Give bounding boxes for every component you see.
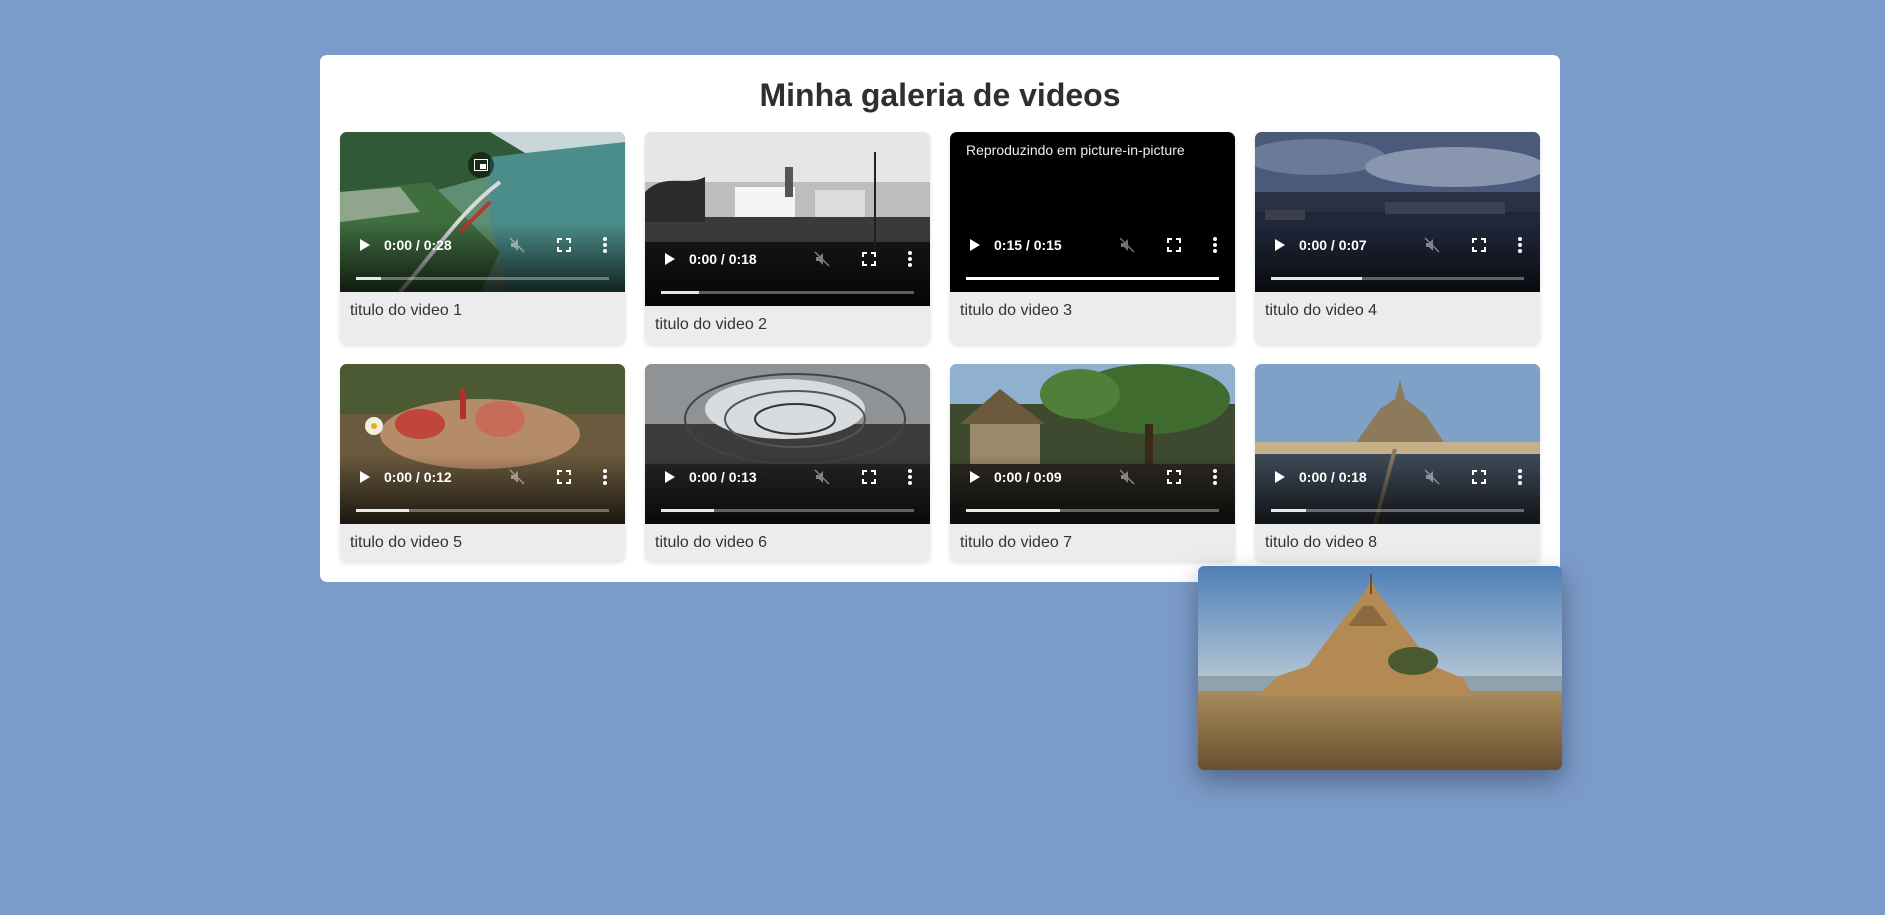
video-title: titulo do video 4 xyxy=(1265,302,1378,319)
video-grid: 0:00 / 0:28 titulo do video 1 0:00 / 0:1… xyxy=(340,132,1540,561)
muted-speaker-icon[interactable] xyxy=(1119,469,1135,485)
video-title: titulo do video 8 xyxy=(1265,534,1378,551)
play-icon[interactable] xyxy=(665,471,675,483)
pip-status-text: Reproduzindo em picture-in-picture xyxy=(966,142,1185,158)
pip-video-frame xyxy=(1198,566,1562,770)
time-display: 0:00 / 0:09 xyxy=(994,469,1062,485)
video-controls: 0:00 / 0:07 xyxy=(1255,222,1540,292)
page-title: Minha galeria de videos xyxy=(759,77,1121,113)
picture-in-picture-icon xyxy=(474,159,488,171)
more-options-icon[interactable] xyxy=(1518,469,1522,485)
time-display: 0:00 / 0:12 xyxy=(384,469,452,485)
picture-in-picture-button[interactable] xyxy=(468,152,494,178)
time-display: 0:00 / 0:13 xyxy=(689,469,757,485)
progress-bar[interactable] xyxy=(966,509,1219,512)
video-title: titulo do video 1 xyxy=(350,302,463,319)
more-options-icon[interactable] xyxy=(1213,469,1217,485)
video-player[interactable]: Reproduzindo em picture-in-picture 0:15 … xyxy=(950,132,1235,292)
time-display: 0:00 / 0:18 xyxy=(1299,469,1367,485)
video-player[interactable]: 0:00 / 0:12 xyxy=(340,364,625,524)
video-controls: 0:00 / 0:28 xyxy=(340,222,625,292)
video-controls: 0:00 / 0:18 xyxy=(1255,454,1540,524)
play-icon[interactable] xyxy=(1275,471,1285,483)
fullscreen-icon[interactable] xyxy=(862,470,876,484)
video-card: 0:00 / 0:28 titulo do video 1 xyxy=(340,132,625,344)
fullscreen-icon[interactable] xyxy=(557,238,571,252)
video-card: 0:00 / 0:09 titulo do video 7 xyxy=(950,364,1235,561)
play-icon[interactable] xyxy=(1275,239,1285,251)
more-options-icon[interactable] xyxy=(1213,237,1217,253)
muted-speaker-icon[interactable] xyxy=(509,237,525,253)
video-card: Reproduzindo em picture-in-picture 0:15 … xyxy=(950,132,1235,344)
muted-speaker-icon[interactable] xyxy=(1424,237,1440,253)
video-title: titulo do video 6 xyxy=(655,534,768,551)
video-title: titulo do video 3 xyxy=(960,302,1073,319)
video-card: 0:00 / 0:18 titulo do video 8 xyxy=(1255,364,1540,561)
progress-bar[interactable] xyxy=(661,509,914,512)
more-options-icon[interactable] xyxy=(908,469,912,485)
picture-in-picture-window[interactable] xyxy=(1198,566,1562,770)
video-controls: 0:00 / 0:18 xyxy=(645,236,930,306)
progress-bar[interactable] xyxy=(1271,509,1524,512)
more-options-icon[interactable] xyxy=(1518,237,1522,253)
fullscreen-icon[interactable] xyxy=(1167,238,1181,252)
muted-speaker-icon[interactable] xyxy=(814,251,830,267)
fullscreen-icon[interactable] xyxy=(862,252,876,266)
video-controls: 0:00 / 0:13 xyxy=(645,454,930,524)
more-options-icon[interactable] xyxy=(908,251,912,267)
video-title: titulo do video 5 xyxy=(350,534,463,551)
progress-bar[interactable] xyxy=(356,509,609,512)
fullscreen-icon[interactable] xyxy=(557,470,571,484)
video-title: titulo do video 7 xyxy=(960,534,1073,551)
fullscreen-icon[interactable] xyxy=(1472,470,1486,484)
video-player[interactable]: 0:00 / 0:28 xyxy=(340,132,625,292)
time-display: 0:00 / 0:28 xyxy=(384,237,452,253)
video-card: 0:00 / 0:07 titulo do video 4 xyxy=(1255,132,1540,344)
fullscreen-icon[interactable] xyxy=(1472,238,1486,252)
video-controls: 0:00 / 0:12 xyxy=(340,454,625,524)
fullscreen-icon[interactable] xyxy=(1167,470,1181,484)
video-controls: 0:00 / 0:09 xyxy=(950,454,1235,524)
muted-speaker-icon[interactable] xyxy=(1119,237,1135,253)
video-gallery: Minha galeria de videos 0:00 / 0:28 titu… xyxy=(320,55,1560,582)
progress-bar[interactable] xyxy=(1271,277,1524,280)
more-options-icon[interactable] xyxy=(603,237,607,253)
video-card: 0:00 / 0:18 titulo do video 2 xyxy=(645,132,930,344)
progress-bar[interactable] xyxy=(661,291,914,294)
video-player[interactable]: 0:00 / 0:18 xyxy=(1255,364,1540,524)
video-player[interactable]: 0:00 / 0:13 xyxy=(645,364,930,524)
video-player[interactable]: 0:00 / 0:07 xyxy=(1255,132,1540,292)
time-display: 0:15 / 0:15 xyxy=(994,237,1062,253)
play-icon[interactable] xyxy=(970,471,980,483)
video-card: 0:00 / 0:13 titulo do video 6 xyxy=(645,364,930,561)
video-player[interactable]: 0:00 / 0:09 xyxy=(950,364,1235,524)
muted-speaker-icon[interactable] xyxy=(509,469,525,485)
video-controls: 0:15 / 0:15 xyxy=(950,222,1235,292)
progress-bar[interactable] xyxy=(966,277,1219,280)
video-player[interactable]: 0:00 / 0:18 xyxy=(645,132,930,306)
more-options-icon[interactable] xyxy=(603,469,607,485)
play-icon[interactable] xyxy=(665,253,675,265)
time-display: 0:00 / 0:18 xyxy=(689,251,757,267)
video-title: titulo do video 2 xyxy=(655,316,768,333)
video-card: 0:00 / 0:12 titulo do video 5 xyxy=(340,364,625,561)
play-icon[interactable] xyxy=(970,239,980,251)
muted-speaker-icon[interactable] xyxy=(814,469,830,485)
muted-speaker-icon[interactable] xyxy=(1424,469,1440,485)
time-display: 0:00 / 0:07 xyxy=(1299,237,1367,253)
play-icon[interactable] xyxy=(360,239,370,251)
play-icon[interactable] xyxy=(360,471,370,483)
progress-bar[interactable] xyxy=(356,277,609,280)
